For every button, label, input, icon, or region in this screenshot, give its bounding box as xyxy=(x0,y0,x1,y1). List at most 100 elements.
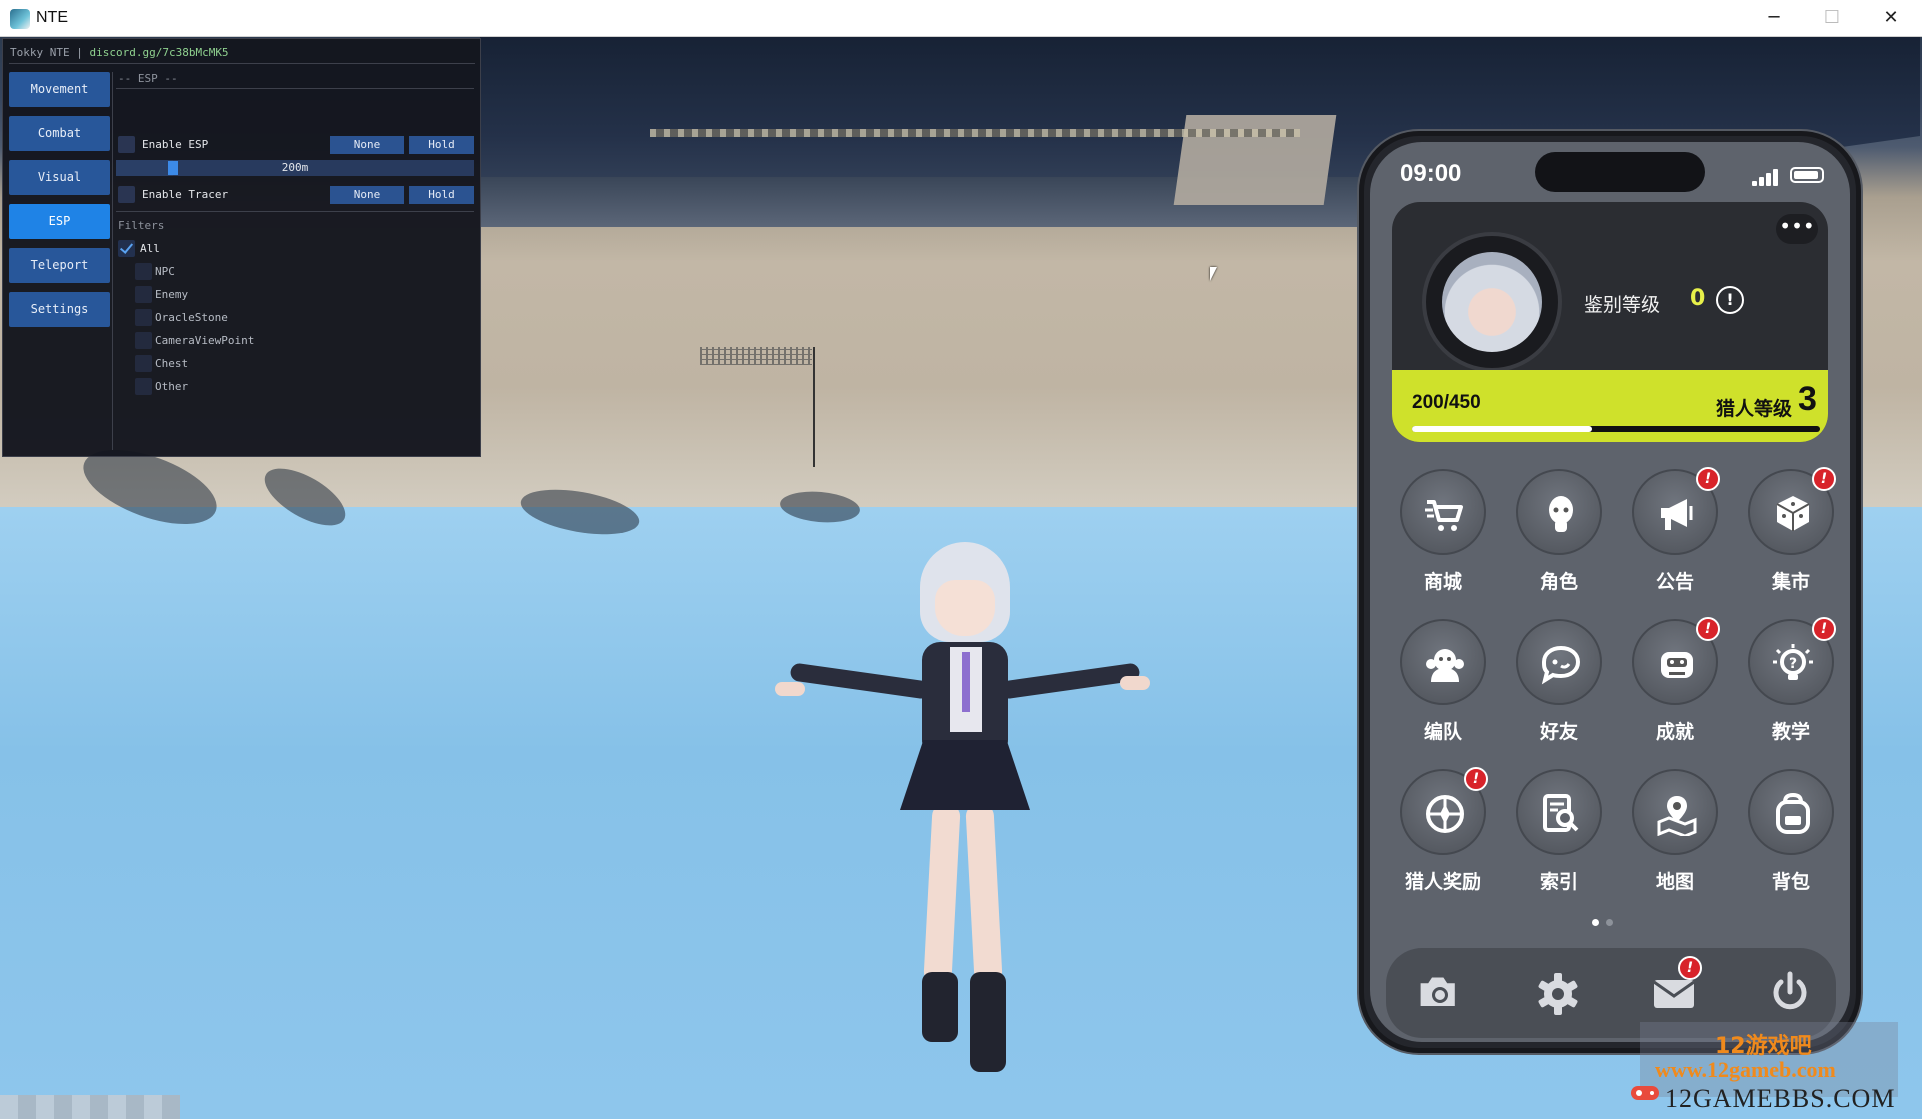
nav-tab-teleport[interactable]: Teleport xyxy=(9,248,110,283)
enable-tracer-checkbox[interactable] xyxy=(118,186,135,203)
team-icon xyxy=(1426,649,1464,682)
net xyxy=(700,347,812,365)
app-chat-bubble-button[interactable]: 好友 xyxy=(1502,619,1612,749)
more-button[interactable]: ••• xyxy=(1776,214,1818,244)
app-search-doc-button[interactable]: 索引 xyxy=(1502,769,1612,899)
filter-enemy-label: Enemy xyxy=(155,288,189,301)
info-icon[interactable]: ! xyxy=(1716,286,1744,314)
phone-notch xyxy=(1535,152,1705,192)
app-megaphone-button[interactable]: 公告! xyxy=(1618,467,1728,599)
compass-icon xyxy=(1426,795,1464,833)
filter-other-checkbox[interactable] xyxy=(135,378,152,395)
nav-tab-combat[interactable]: Combat xyxy=(9,116,110,151)
filter-oraclestone-label: OracleStone xyxy=(155,311,228,324)
nav-tab-settings[interactable]: Settings xyxy=(9,292,110,327)
page-dot[interactable] xyxy=(1606,919,1613,926)
mail-button[interactable]: ! xyxy=(1648,956,1702,1020)
filter-chest-checkbox[interactable] xyxy=(135,355,152,372)
maximize-button[interactable]: ☐ xyxy=(1803,0,1861,37)
gear-button[interactable] xyxy=(1532,968,1584,1020)
app-icon-circle xyxy=(1632,769,1718,855)
notification-badge: ! xyxy=(1696,467,1720,491)
cheat-menu: Tokky NTE | discord.gg/7c38bMcMK5 Moveme… xyxy=(2,38,481,457)
app-dice-button[interactable]: 集市! xyxy=(1734,467,1844,599)
nav-tab-esp[interactable]: ESP xyxy=(9,204,110,239)
filter-cameraviewpoint-checkbox[interactable] xyxy=(135,332,152,349)
power-button[interactable] xyxy=(1764,968,1816,1020)
menu-brand: Tokky NTE xyxy=(10,46,70,59)
filter-oraclestone-checkbox[interactable] xyxy=(135,309,152,326)
app-label: 集市 xyxy=(1771,571,1810,593)
app-backpack-button[interactable]: 背包 xyxy=(1734,769,1844,899)
divider xyxy=(116,211,474,212)
discord-link[interactable]: discord.gg/7c38bMcMK5 xyxy=(89,46,228,59)
app-robot-button[interactable]: 成就! xyxy=(1618,617,1728,749)
watermark-bbs: 12GAMEBBS.COM xyxy=(1665,1084,1896,1113)
menu-header: Tokky NTE | discord.gg/7c38bMcMK5 xyxy=(10,46,229,59)
filter-enemy-row: Enemy xyxy=(133,286,333,304)
tracer-keybind-button[interactable]: None xyxy=(330,186,404,204)
app-map-pin-button[interactable]: 地图 xyxy=(1618,769,1728,899)
app-label: 编队 xyxy=(1423,721,1462,743)
hunter-level-label: 猎人等级 xyxy=(1716,398,1793,420)
app-compass-button[interactable]: 猎人奖励! xyxy=(1386,767,1496,899)
filter-npc-label: NPC xyxy=(155,265,175,278)
esp-keybind-button[interactable]: None xyxy=(330,136,404,154)
app-label: 背包 xyxy=(1771,871,1810,893)
notification-badge: ! xyxy=(1812,467,1836,491)
phone-menu: 09:00 ••• 鉴别等级 0 ! 200/450 猎人等级 3 商城 角色 公告… xyxy=(1359,131,1861,1053)
app-label: 商城 xyxy=(1423,571,1462,593)
divider xyxy=(112,72,113,450)
character-hand xyxy=(1120,676,1150,690)
minimize-button[interactable]: ─ xyxy=(1745,0,1803,37)
tracer-mode-button[interactable]: Hold xyxy=(409,186,474,204)
player-character xyxy=(770,542,1150,1102)
watermark-url: www.12gameb.com xyxy=(1655,1057,1836,1082)
character-tie xyxy=(962,652,970,712)
hunter-level-band: 200/450 猎人等级 3 xyxy=(1392,370,1828,442)
app-lightbulb-button[interactable]: ? 教学! xyxy=(1734,617,1844,749)
app-character-button[interactable]: 角色 xyxy=(1502,469,1612,599)
avatar-frame xyxy=(1422,232,1562,372)
window-title: NTE xyxy=(36,9,68,26)
svg-text:?: ? xyxy=(1789,656,1797,672)
nav-tab-movement[interactable]: Movement xyxy=(9,72,110,107)
slider-value: 200m xyxy=(281,161,309,174)
filter-all-checkbox[interactable] xyxy=(118,240,135,257)
esp-mode-button[interactable]: Hold xyxy=(409,136,474,154)
camera-button[interactable] xyxy=(1416,968,1468,1020)
character-icon xyxy=(1549,496,1573,532)
camera-icon xyxy=(1420,977,1455,1006)
app-label: 成就 xyxy=(1655,721,1694,743)
page-dot[interactable] xyxy=(1592,919,1599,926)
app-team-button[interactable]: 编队 xyxy=(1386,619,1496,749)
search-doc-icon xyxy=(1543,794,1579,832)
nav-tab-visual[interactable]: Visual xyxy=(9,160,110,195)
close-button[interactable]: ✕ xyxy=(1862,0,1920,37)
notification-badge: ! xyxy=(1464,767,1488,791)
app-label: 索引 xyxy=(1539,871,1578,893)
megaphone-icon xyxy=(1661,499,1693,530)
filter-enemy-checkbox[interactable] xyxy=(135,286,152,303)
filter-chest-label: Chest xyxy=(155,357,189,370)
filters-title: Filters xyxy=(118,219,165,232)
profile-card[interactable]: ••• 鉴别等级 0 ! 200/450 猎人等级 3 xyxy=(1392,202,1828,442)
robot-icon xyxy=(1661,652,1693,678)
app-cart-button[interactable]: 商城 xyxy=(1386,469,1496,599)
mouse-cursor xyxy=(1210,267,1217,281)
app-icon-circle xyxy=(1400,619,1486,705)
filter-npc-checkbox[interactable] xyxy=(135,263,152,280)
app-label: 角色 xyxy=(1539,571,1578,593)
enable-esp-checkbox[interactable] xyxy=(118,136,135,153)
menu-nav: Movement Combat Visual ESP Teleport Sett… xyxy=(9,72,111,336)
avatar[interactable] xyxy=(1442,252,1542,352)
app-icon-circle xyxy=(1516,469,1602,555)
filter-other-row: Other xyxy=(133,378,333,396)
filter-chest-row: Chest xyxy=(133,355,333,373)
esp-distance-slider[interactable]: 200m xyxy=(116,160,474,176)
dice-icon xyxy=(1776,496,1810,531)
enable-esp-row: Enable ESP None Hold xyxy=(116,136,476,154)
app-icon-circle xyxy=(1400,469,1486,555)
filter-oraclestone-row: OracleStone xyxy=(133,309,333,327)
divider xyxy=(116,88,474,89)
